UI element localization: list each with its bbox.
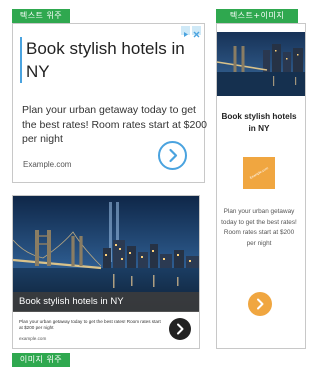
mixed-ad-card[interactable]: Book stylish hotels in NY Example.com Pl… [216, 23, 306, 349]
ad-headline[interactable]: Book stylish hotels in NY [217, 111, 301, 135]
label-text-priority: 텍스트 위주 [12, 9, 70, 23]
cta-button[interactable] [248, 292, 272, 316]
ad-description: Plan your urban getaway today to get the… [19, 319, 161, 330]
chevron-right-icon [257, 298, 264, 310]
ad-description: Plan your urban getaway today to get the… [221, 208, 297, 248]
image-ad-card[interactable]: Book stylish hotels in NY Plan your urba… [12, 195, 200, 349]
chevron-right-icon [177, 323, 184, 335]
close-x-icon[interactable] [192, 26, 201, 38]
image-caption-headline[interactable]: Book stylish hotels in NY [13, 292, 199, 312]
label-text-plus-image: 텍스트+이미지 [216, 9, 298, 23]
play-triangle-icon [181, 26, 190, 37]
adchoices-badge[interactable] [181, 26, 201, 38]
cta-button[interactable] [169, 318, 191, 340]
text-ad-card[interactable]: Book stylish hotels in NY Plan your urba… [12, 23, 208, 183]
brand-logo: Example.com [243, 157, 275, 189]
logo-wordmark-icon: Example.com [249, 166, 269, 180]
cta-button[interactable] [158, 141, 187, 170]
logo-text: Example.com [249, 166, 269, 180]
label-image-priority: 이미지 위주 [12, 353, 70, 367]
ad-display-url[interactable]: Example.com [23, 160, 71, 169]
bridge-photo [217, 32, 305, 96]
ad-headline[interactable]: Book stylish hotels in NY [20, 37, 206, 83]
chevron-right-icon [169, 148, 178, 163]
ad-display-url[interactable]: example.com [19, 336, 46, 341]
ad-description: Plan your urban getaway today to get the… [22, 104, 208, 146]
